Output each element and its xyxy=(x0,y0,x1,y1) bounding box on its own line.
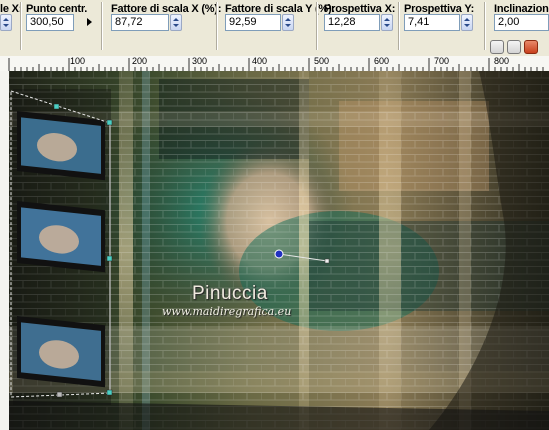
scale-x-input[interactable]: 87,72 xyxy=(111,14,169,31)
tool-options-bar: le X: Punto centr. 300,50 Fattore di sca… xyxy=(0,0,549,57)
ruler-label: 300 xyxy=(192,56,208,66)
perspective-x-input[interactable]: 12,28 xyxy=(324,14,380,31)
perspective-y-input[interactable]: 7,41 xyxy=(404,14,460,31)
pos-x-spinner[interactable] xyxy=(0,14,12,31)
toolbar-separator xyxy=(20,2,22,50)
horizontal-ruler: 100 200 300 400 500 600 700 800 xyxy=(0,56,549,72)
artwork xyxy=(9,71,549,430)
watermark-url: www.maidiregrafica.eu xyxy=(162,305,292,318)
maximize-button[interactable] xyxy=(507,40,521,54)
toolbar-separator xyxy=(316,2,318,50)
scale-y-input[interactable]: 92,59 xyxy=(225,14,281,31)
scale-y-spinner[interactable] xyxy=(282,14,294,31)
watermark-title: Pinuccia xyxy=(192,283,268,304)
toolbar-separator xyxy=(398,2,400,50)
center-point-input[interactable]: 300,50 xyxy=(26,14,74,31)
toolbar-separator xyxy=(101,2,103,50)
perspective-x-spinner[interactable] xyxy=(381,14,393,31)
ruler-label: 200 xyxy=(132,56,148,66)
ruler-label: 400 xyxy=(252,56,268,66)
scale-x-spinner[interactable] xyxy=(170,14,182,31)
ruler-label: 600 xyxy=(374,56,390,66)
filmstrip xyxy=(13,89,111,405)
close-button[interactable] xyxy=(524,40,538,54)
ruler-label: 100 xyxy=(70,56,86,66)
ruler-label: 800 xyxy=(494,56,510,66)
play-arrow-icon[interactable] xyxy=(84,15,94,29)
toolbar-separator xyxy=(216,2,218,50)
minimize-button[interactable] xyxy=(490,40,504,54)
skew-input[interactable]: 2,00 xyxy=(494,14,549,31)
image-canvas[interactable]: Pinuccia www.maidiregrafica.eu xyxy=(9,71,549,430)
toolbar-separator xyxy=(484,2,486,50)
perspective-y-spinner[interactable] xyxy=(461,14,473,31)
ruler-label: 700 xyxy=(434,56,450,66)
ruler-label: 500 xyxy=(314,56,330,66)
